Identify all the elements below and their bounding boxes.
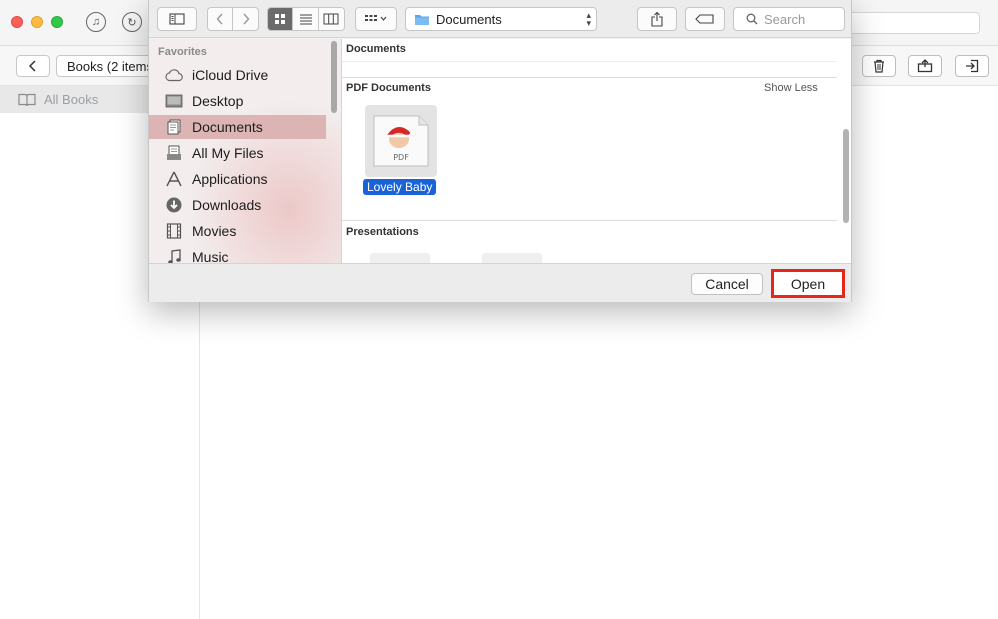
search-icon [746,13,758,25]
icon-view-button[interactable] [268,8,294,30]
download-icon [164,196,184,214]
svg-text:PDF: PDF [393,153,409,162]
chevron-left-icon [28,60,36,72]
tag-icon [695,14,714,24]
pdf-file-icon: PDF [373,115,429,167]
share-button[interactable] [637,7,677,31]
all-files-icon [164,144,184,162]
divider [342,77,837,78]
sidebar-item-downloads[interactable]: Downloads [149,193,326,217]
folder-icon [415,14,429,25]
search-placeholder: Search [764,11,806,27]
arrange-grid-icon [365,15,387,21]
applications-icon [164,170,184,188]
open-button[interactable]: Open [791,276,825,292]
share-icon [651,11,663,27]
list-icon [299,14,312,25]
film-icon [164,222,184,240]
sidebar-item-label: Movies [192,223,237,239]
sidebar-item-label: All My Files [192,145,264,161]
music-icon[interactable]: ♫ [86,12,106,32]
app-back-button[interactable] [16,55,50,77]
file-thumbnail[interactable]: PDF [365,105,437,177]
book-icon [18,93,36,106]
file-name-label[interactable]: Lovely Baby [363,179,437,195]
show-less-link[interactable]: Show Less [764,82,818,94]
sidebar-item-label: iCloud Drive [192,67,269,83]
divider [342,220,837,221]
sidebar-item-desktop[interactable]: Desktop [149,89,326,113]
sidebar-item-icloud-drive[interactable]: iCloud Drive [149,63,326,87]
sidebar-item-label: Desktop [192,93,244,109]
sidebar-item-documents[interactable]: Documents [149,115,326,139]
tags-button[interactable] [685,7,725,31]
history-navigation [207,7,259,31]
view-mode-segment [267,7,345,31]
grid-icon [275,14,286,24]
delete-button[interactable] [862,55,896,77]
sidebar-item-label: Applications [192,171,268,187]
location-popup[interactable]: Documents ▴ ▾ [405,7,597,31]
app-search-field[interactable] [840,12,980,34]
arrange-button[interactable] [355,7,397,31]
dialog-toolbar: Documents ▴ ▾ Search [149,0,851,38]
export-button[interactable] [908,55,942,77]
toggle-sidebar-button[interactable] [157,7,197,31]
forward-button[interactable] [233,8,258,30]
sidebar-item-movies[interactable]: Movies [149,219,326,243]
sidebar-item-label: Documents [192,119,263,135]
sidebar-scrollbar[interactable] [331,41,337,113]
minimize-window-button[interactable] [31,16,43,28]
content-scrollbar[interactable] [843,129,849,223]
chevron-right-icon [242,13,249,25]
section-title-presentations: Presentations [346,226,419,238]
sidebar-icon [169,13,185,25]
back-button[interactable] [208,8,234,30]
export-icon [917,59,933,73]
list-view-button[interactable] [293,8,319,30]
music-note-icon [164,248,184,263]
divider [342,61,837,62]
import-icon [966,59,979,73]
sidebar-item-all-my-files[interactable]: All My Files [149,141,326,165]
trash-icon [874,59,884,73]
column-view-button[interactable] [319,8,344,30]
open-button-highlight[interactable]: Open [771,269,845,298]
sidebar-item-label: Music [192,249,229,263]
cancel-button[interactable]: Cancel [691,273,763,295]
desktop-icon [164,92,184,110]
sidebar-item-music[interactable]: Music [149,245,326,263]
file-browser-pane: Documents PDF Documents Show Less PDF Lo… [342,39,851,263]
dialog-footer: Cancel Open [149,263,851,302]
location-label: Documents [436,11,502,27]
open-file-dialog: Documents ▴ ▾ Search Favorites iCloud Dri… [148,0,852,302]
dialog-sidebar: Favorites iCloud Drive Desktop Documents… [149,39,341,263]
presentation-thumbnail[interactable] [482,253,542,263]
section-title-pdf: PDF Documents [346,82,431,94]
close-window-button[interactable] [11,16,23,28]
sidebar-item-label: All Books [44,92,99,107]
updown-chevron-icon: ▴ ▾ [586,10,591,28]
document-icon [164,118,184,136]
path-header: Documents [346,43,406,55]
presentation-thumbnail[interactable] [370,253,430,263]
favorites-heading: Favorites [158,46,207,58]
zoom-window-button[interactable] [51,16,63,28]
refresh-icon[interactable]: ↻ [122,12,142,32]
search-field[interactable]: Search [733,7,845,31]
sidebar-item-label: Downloads [192,197,262,213]
sidebar-item-applications[interactable]: Applications [149,167,326,191]
columns-icon [323,13,339,25]
cloud-icon [164,66,184,84]
import-button[interactable] [955,55,989,77]
chevron-left-icon [216,13,223,25]
